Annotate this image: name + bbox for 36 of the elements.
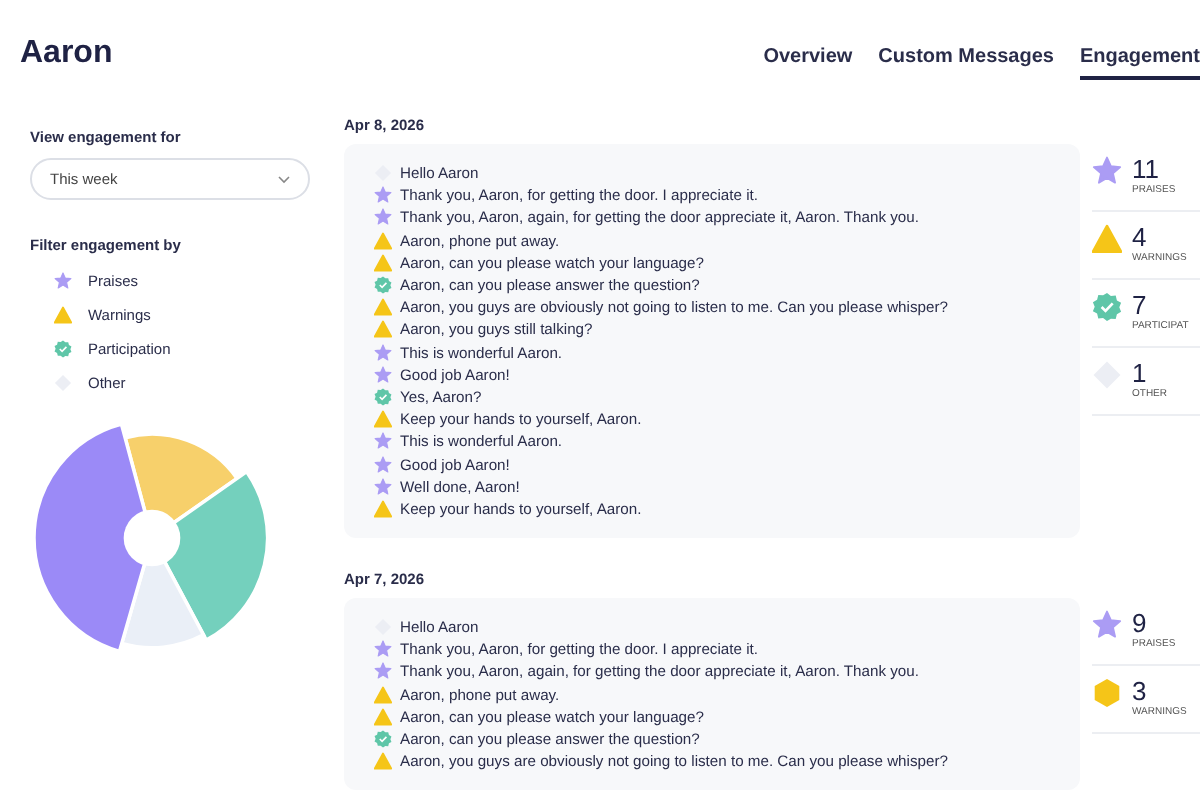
diamond-icon (374, 164, 392, 183)
student-name: Aaron (20, 36, 113, 72)
star-icon (374, 186, 392, 205)
check-badge-icon (374, 387, 392, 406)
star-icon (374, 432, 392, 451)
stat-count: 4 (1132, 224, 1149, 250)
tab[interactable]: Engagement (1079, 33, 1200, 79)
star-icon (374, 477, 392, 496)
chevron-icon (278, 175, 290, 183)
star-icon (374, 455, 392, 474)
star-icon (1092, 610, 1122, 640)
stat-count: 11 (1132, 156, 1161, 182)
warning-icon (374, 499, 392, 518)
star-icon (374, 365, 392, 384)
hexagon-icon (1092, 678, 1122, 708)
warning-icon (374, 410, 392, 429)
stat-count: 3 (1132, 678, 1149, 704)
stat-count: 1 (1132, 360, 1149, 386)
diamond-icon (374, 618, 392, 637)
warning-icon (54, 306, 72, 324)
stat-count: 7 (1132, 292, 1149, 318)
tab[interactable]: Custom Messages (878, 33, 1054, 79)
check-badge-icon (54, 340, 72, 358)
star-icon (374, 343, 392, 362)
tab[interactable]: Overview (763, 33, 853, 79)
check-badge-icon (1092, 292, 1122, 322)
star-icon (374, 662, 392, 681)
star-icon (1092, 156, 1122, 186)
star-icon (374, 208, 392, 227)
check-badge-icon (374, 730, 392, 749)
star-icon (374, 640, 392, 659)
star-icon (54, 272, 72, 290)
warning-icon (1092, 224, 1122, 254)
stat-count: 9 (1132, 610, 1149, 636)
warning-icon (374, 752, 392, 771)
check-badge-icon (374, 276, 392, 295)
